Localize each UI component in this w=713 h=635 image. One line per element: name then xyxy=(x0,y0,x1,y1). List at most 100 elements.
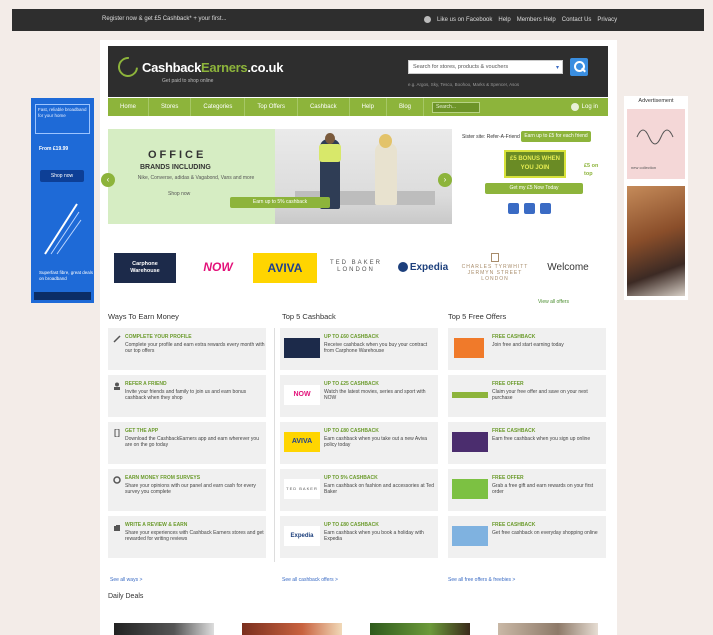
list-item[interactable]: FREE OFFER Claim your free offer and sav… xyxy=(448,375,606,417)
hero-prev-arrow-icon[interactable]: ‹ xyxy=(101,173,115,187)
more-offers-link[interactable]: See all free offers & freebies > xyxy=(448,577,515,583)
logo-swirl-icon xyxy=(113,52,143,82)
nav-item-blog[interactable]: Blog xyxy=(387,98,424,116)
ad-product-box[interactable]: new collection xyxy=(627,109,685,179)
join-promo: Sister site: Refer-A-Friend Earn up to £… xyxy=(460,129,608,224)
promo-side-text: £5 on top xyxy=(584,163,599,177)
list-item[interactable]: NOW UP TO £25 CASHBACK Watch the latest … xyxy=(280,375,438,417)
ad-illustration-icon xyxy=(44,203,82,255)
search-placeholder: Search for stores, products & vouchers xyxy=(413,64,509,70)
ad-handwriting-icon xyxy=(636,129,674,145)
site-logo[interactable]: CashbackEarners.co.uk Get paid to shop o… xyxy=(113,52,283,84)
promo-badge: £5 BONUS WHEN YOU JOIN xyxy=(504,150,566,178)
nav-item-top-offers[interactable]: Top Offers xyxy=(245,98,298,116)
top-link-facebook[interactable]: Like us on Facebook xyxy=(437,17,492,23)
daily-deal-thumbnail[interactable] xyxy=(114,623,214,635)
ad-model-image[interactable] xyxy=(627,186,685,296)
list-item[interactable]: COMPLETE YOUR PROFILE Complete your prof… xyxy=(108,328,266,370)
facebook-icon[interactable] xyxy=(424,16,431,23)
top-bar-message[interactable]: Register now & get £5 Cashback* + your f… xyxy=(102,16,227,22)
brand-carphone-warehouse[interactable]: Carphone Warehouse xyxy=(114,253,176,283)
nav-item-categories[interactable]: Categories xyxy=(191,98,246,116)
brand-ted-baker[interactable]: TED BAKER LONDON xyxy=(326,250,386,284)
top-link-contact[interactable]: Contact Us xyxy=(562,17,592,23)
list-item[interactable]: WRITE A REVIEW & EARN Share your experie… xyxy=(108,516,266,558)
top-bar-links: Like us on Facebook Help Members Help Co… xyxy=(424,16,617,23)
view-all-offers-link[interactable]: View all offers xyxy=(538,299,569,305)
daily-deals-title: Daily Deals xyxy=(108,593,144,600)
more-cashback-link[interactable]: See all cashback offers > xyxy=(282,577,338,583)
promo-tab[interactable]: Earn up to £5 for each friend xyxy=(521,131,591,142)
search-input[interactable]: Search for stores, products & vouchers ▾ xyxy=(408,60,563,74)
hero-subtitle: BRANDS INCLUDING xyxy=(140,164,211,171)
brand-expedia[interactable]: Expedia xyxy=(390,250,456,284)
ad-shop-button[interactable]: Shop now xyxy=(40,170,84,182)
top-link-help[interactable]: Help xyxy=(498,17,510,23)
ad-price: From £19.99 xyxy=(39,146,69,152)
search-button[interactable] xyxy=(570,58,588,76)
facebook-share-icon[interactable] xyxy=(508,203,519,214)
list-item[interactable]: GET THE APP Download the CashbackEarners… xyxy=(108,422,266,464)
promo-badge-line2: YOU JOIN xyxy=(520,165,550,171)
brand-now[interactable]: NOW xyxy=(190,250,246,284)
list-item[interactable]: REFER A FRIEND Invite your friends and f… xyxy=(108,375,266,417)
top-bar: Register now & get £5 Cashback* + your f… xyxy=(12,9,704,31)
nav-item-stores[interactable]: Stores xyxy=(149,98,192,116)
email-share-icon[interactable] xyxy=(540,203,551,214)
hero-small-text: Shop now xyxy=(168,191,191,197)
top-link-privacy[interactable]: Privacy xyxy=(597,17,617,23)
left-banner-ad[interactable]: Fast, reliable broadband for your home F… xyxy=(31,98,94,303)
twitter-share-icon[interactable] xyxy=(524,203,535,214)
ad-footer-strip xyxy=(34,292,91,300)
promo-join-button[interactable]: Get my £5 Now Today xyxy=(485,183,583,194)
offers-section-title: Top 5 Free Offers xyxy=(448,312,507,321)
login-label: Log in xyxy=(581,104,598,110)
list-item[interactable]: FREE CASHBACK Get free cashback on every… xyxy=(448,516,606,558)
hero-cta-button[interactable]: Earn up to 5% cashback xyxy=(230,197,330,208)
hero-description: Nike, Converse, adidas & Vagabond, Vans … xyxy=(137,175,255,181)
expedia-logo-icon xyxy=(397,262,408,272)
list-item[interactable]: EARN MONEY FROM SURVEYS Share your opini… xyxy=(108,469,266,511)
list-item[interactable]: FREE OFFER Grab a free gift and earn rew… xyxy=(448,469,606,511)
cashback-list: UP TO £60 CASHBACK Receive cashback when… xyxy=(280,328,438,563)
carphone-logo-icon xyxy=(284,338,320,358)
promo-badge-line1: £5 BONUS WHEN xyxy=(509,156,560,162)
chevron-down-icon[interactable]: ▾ xyxy=(556,64,559,71)
list-item[interactable]: Expedia UP TO £80 CASHBACK Earn cashback… xyxy=(280,516,438,558)
nav-search-input[interactable]: Search... xyxy=(432,101,480,113)
list-item[interactable]: AVIVA UP TO £80 CASHBACK Earn cashback w… xyxy=(280,422,438,464)
offer-logo-icon xyxy=(452,432,488,452)
login-button[interactable]: Log in xyxy=(570,103,598,111)
daily-deal-thumbnail[interactable] xyxy=(370,623,470,635)
top-link-members-help[interactable]: Members Help xyxy=(517,17,556,23)
ad-subtext: Superfast fibre, great deals on broadban… xyxy=(39,270,94,281)
right-banner-ad[interactable]: Advertisement new collection xyxy=(624,96,688,300)
brand-aviva[interactable]: AVIVA xyxy=(253,253,317,283)
cashback-section-title: Top 5 Cashback xyxy=(282,312,336,321)
ad-headline: Fast, reliable broadband for your home xyxy=(35,104,90,134)
aviva-logo-icon: AVIVA xyxy=(284,432,320,452)
list-item[interactable]: TED BAKER UP TO 5% CASHBACK Earn cashbac… xyxy=(280,469,438,511)
list-item[interactable]: UP TO £60 CASHBACK Receive cashback when… xyxy=(280,328,438,370)
list-item[interactable]: FREE CASHBACK Earn free cashback when yo… xyxy=(448,422,606,464)
nav-item-home[interactable]: Home xyxy=(108,98,150,116)
main-nav: Home Stores Categories Top Offers Cashba… xyxy=(108,98,608,116)
gear-icon xyxy=(113,476,121,484)
user-icon xyxy=(570,103,579,111)
nav-item-help[interactable]: Help xyxy=(350,98,387,116)
ted-baker-logo-icon: TED BAKER xyxy=(284,479,320,499)
brand-welcome[interactable]: Welcome xyxy=(533,250,603,284)
list-item[interactable]: FREE CASHBACK Join free and start earnin… xyxy=(448,328,606,370)
earn-section-title: Ways To Earn Money xyxy=(108,312,179,321)
daily-deal-thumbnail[interactable] xyxy=(498,623,598,635)
brand-charles-tyrwhitt[interactable]: CHARLES TYRWHITT JERMYN STREET LONDON xyxy=(460,250,530,284)
nav-item-cashback[interactable]: Cashback xyxy=(298,98,350,116)
promo-label: Sister site: Refer-A-Friend xyxy=(462,134,520,140)
more-earn-link[interactable]: See all ways > xyxy=(110,577,142,583)
thumbs-up-icon xyxy=(114,525,120,531)
crest-icon xyxy=(491,252,499,262)
user-icon xyxy=(114,382,120,390)
hero-banner[interactable]: OFFICE BRANDS INCLUDING Nike, Converse, … xyxy=(108,129,452,224)
daily-deal-thumbnail[interactable] xyxy=(242,623,342,635)
hero-next-arrow-icon[interactable]: › xyxy=(438,173,452,187)
